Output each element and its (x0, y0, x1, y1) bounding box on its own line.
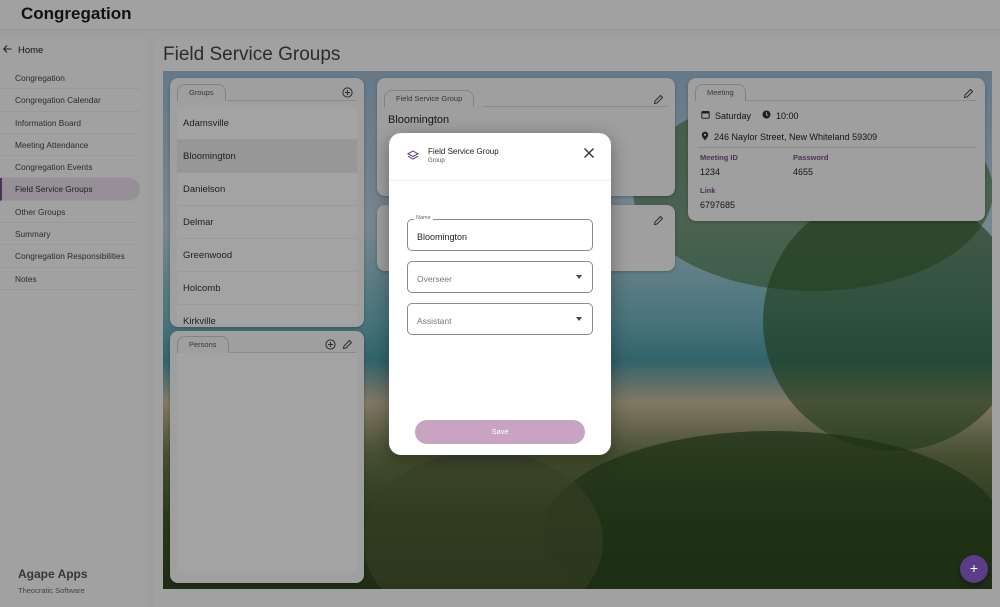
add-fab-button[interactable]: + (960, 555, 988, 583)
dialog-header: Field Service Group Group (389, 133, 611, 181)
save-button[interactable]: Save (415, 420, 585, 444)
dialog-title: Field Service Group (428, 147, 499, 156)
chevron-down-icon (576, 275, 582, 279)
dialog-subtitle: Group (428, 158, 445, 164)
field-service-group-dialog: Field Service Group Group Name Bloomingt… (389, 133, 611, 455)
name-field-value: Bloomington (417, 232, 468, 242)
layers-icon (406, 149, 420, 167)
name-field[interactable]: Name Bloomington (407, 215, 593, 251)
close-icon[interactable] (583, 147, 595, 161)
assistant-placeholder: Assistant (417, 316, 452, 326)
overseer-placeholder: Overseer (417, 274, 452, 284)
chevron-down-icon (576, 317, 582, 321)
assistant-select[interactable]: Assistant (407, 303, 593, 335)
plus-icon: + (969, 560, 979, 576)
overseer-select[interactable]: Overseer (407, 261, 593, 293)
name-field-label: Name (414, 215, 433, 221)
